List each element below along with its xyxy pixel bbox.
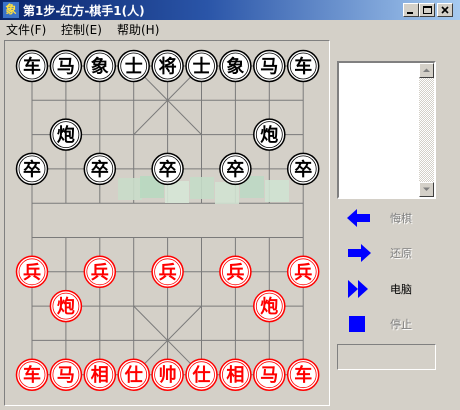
close-icon (441, 6, 449, 14)
red-piece[interactable]: 炮 (253, 289, 286, 323)
left-arrow-icon (347, 209, 370, 227)
red-piece-label: 马 (57, 365, 75, 386)
menu-file[interactable]: 文件(F) (6, 21, 46, 38)
red-piece[interactable]: 兵 (83, 255, 117, 289)
river-area (118, 176, 289, 204)
black-piece[interactable]: 车 (15, 49, 49, 83)
red-piece[interactable]: 相 (83, 358, 117, 391)
minimize-icon (407, 12, 413, 14)
undo-button[interactable]: 悔棋 (346, 206, 436, 230)
move-list[interactable] (337, 61, 436, 199)
red-piece[interactable]: 兵 (219, 255, 252, 289)
red-piece-label: 兵 (91, 262, 109, 283)
red-piece-label: 相 (226, 365, 244, 386)
red-piece-label: 仕 (192, 364, 211, 386)
title-bar[interactable]: 象 第1步-红方-棋手1(人) (0, 0, 460, 20)
black-piece-label: 象 (226, 56, 244, 78)
red-piece-label: 车 (294, 364, 312, 386)
red-piece[interactable]: 兵 (151, 255, 184, 289)
black-piece[interactable]: 炮 (49, 118, 83, 151)
maximize-button[interactable] (419, 3, 435, 17)
red-piece-label: 帅 (159, 364, 177, 386)
close-button[interactable] (437, 3, 453, 17)
red-piece-label: 车 (23, 364, 41, 386)
black-piece[interactable]: 象 (219, 49, 252, 83)
black-piece-label: 卒 (159, 158, 177, 180)
black-piece-label: 炮 (260, 124, 278, 146)
minimize-button[interactable] (403, 3, 419, 17)
scroll-down-arrow-icon (423, 187, 430, 191)
maximize-icon (423, 6, 432, 14)
black-piece[interactable]: 马 (253, 49, 286, 83)
black-piece[interactable]: 卒 (286, 152, 320, 186)
red-piece[interactable]: 炮 (49, 289, 83, 323)
black-piece-label: 车 (294, 56, 312, 78)
red-piece[interactable]: 马 (253, 358, 286, 391)
red-piece-label: 仕 (124, 364, 143, 386)
red-piece[interactable]: 车 (15, 358, 49, 391)
black-piece[interactable]: 卒 (151, 152, 184, 186)
black-piece[interactable]: 卒 (219, 152, 252, 186)
black-piece[interactable]: 卒 (15, 152, 49, 186)
black-piece[interactable]: 卒 (83, 152, 117, 186)
red-piece-label: 兵 (226, 262, 244, 283)
red-piece-label: 马 (260, 365, 278, 386)
black-piece-label: 炮 (57, 124, 75, 146)
menu-help[interactable]: 帮助(H) (117, 21, 159, 38)
main-window: 象 第1步-红方-棋手1(人) 文件(F) 控制(E) 帮助(H) 车马象士将士… (0, 0, 460, 410)
red-piece[interactable]: 兵 (286, 255, 320, 289)
red-piece[interactable]: 车 (286, 358, 320, 391)
black-piece[interactable]: 象 (83, 49, 117, 83)
black-piece[interactable]: 马 (49, 49, 83, 83)
red-piece-label: 炮 (260, 296, 278, 318)
black-piece[interactable]: 将 (151, 49, 184, 83)
black-piece-label: 卒 (226, 158, 244, 180)
redo-label: 还原 (390, 247, 412, 260)
black-piece-label: 卒 (23, 158, 41, 180)
window-title: 第1步-红方-棋手1(人) (23, 4, 145, 18)
chess-board[interactable]: 车马象士将士象马车炮 炮卒卒卒卒卒兵兵兵兵兵炮 炮车马相仕帅仕相马车 (4, 40, 330, 406)
menu-bar: 文件(F) 控制(E) 帮助(H) (0, 20, 460, 38)
black-piece[interactable]: 炮 (253, 118, 286, 151)
computer-move-button[interactable]: 电脑 (346, 277, 436, 301)
black-piece-label: 卒 (91, 158, 109, 180)
black-piece[interactable]: 士 (117, 49, 150, 83)
status-box (337, 344, 436, 370)
red-piece[interactable]: 相 (219, 358, 252, 391)
redo-button[interactable]: 还原 (346, 241, 436, 265)
red-piece-label: 炮 (57, 296, 75, 318)
red-piece[interactable]: 仕 (117, 358, 150, 391)
black-piece-label: 士 (125, 57, 143, 78)
red-piece[interactable]: 兵 (15, 255, 49, 289)
stop-square-icon (349, 316, 365, 332)
red-piece[interactable]: 马 (49, 358, 83, 391)
red-piece-label: 兵 (23, 262, 41, 283)
red-piece-label: 兵 (294, 262, 312, 283)
red-piece[interactable]: 帅 (151, 358, 184, 391)
stop-button[interactable]: 停止 (346, 312, 436, 336)
fast-forward-icon (348, 280, 368, 298)
black-piece[interactable]: 士 (185, 49, 218, 83)
black-piece[interactable]: 车 (286, 49, 320, 83)
menu-control[interactable]: 控制(E) (61, 21, 102, 38)
computer-move-label: 电脑 (390, 283, 412, 296)
right-arrow-icon (348, 244, 371, 262)
black-piece-label: 士 (193, 57, 211, 78)
black-piece-label: 车 (23, 56, 41, 78)
black-piece-label: 卒 (294, 158, 312, 180)
black-piece-label: 马 (57, 57, 75, 78)
red-piece-label: 兵 (159, 262, 177, 283)
red-piece[interactable]: 仕 (185, 358, 218, 391)
scroll-up-button[interactable] (419, 63, 434, 78)
undo-label: 悔棋 (390, 212, 412, 225)
move-list-scrollbar[interactable] (419, 63, 434, 197)
black-piece-label: 马 (260, 57, 278, 78)
black-piece-label: 将 (159, 56, 177, 78)
red-piece-label: 相 (91, 365, 109, 386)
stop-label: 停止 (390, 318, 412, 331)
black-piece-label: 象 (91, 56, 109, 78)
app-icon[interactable]: 象 (2, 1, 20, 19)
scroll-down-button[interactable] (419, 182, 434, 197)
scroll-up-arrow-icon (423, 68, 430, 72)
